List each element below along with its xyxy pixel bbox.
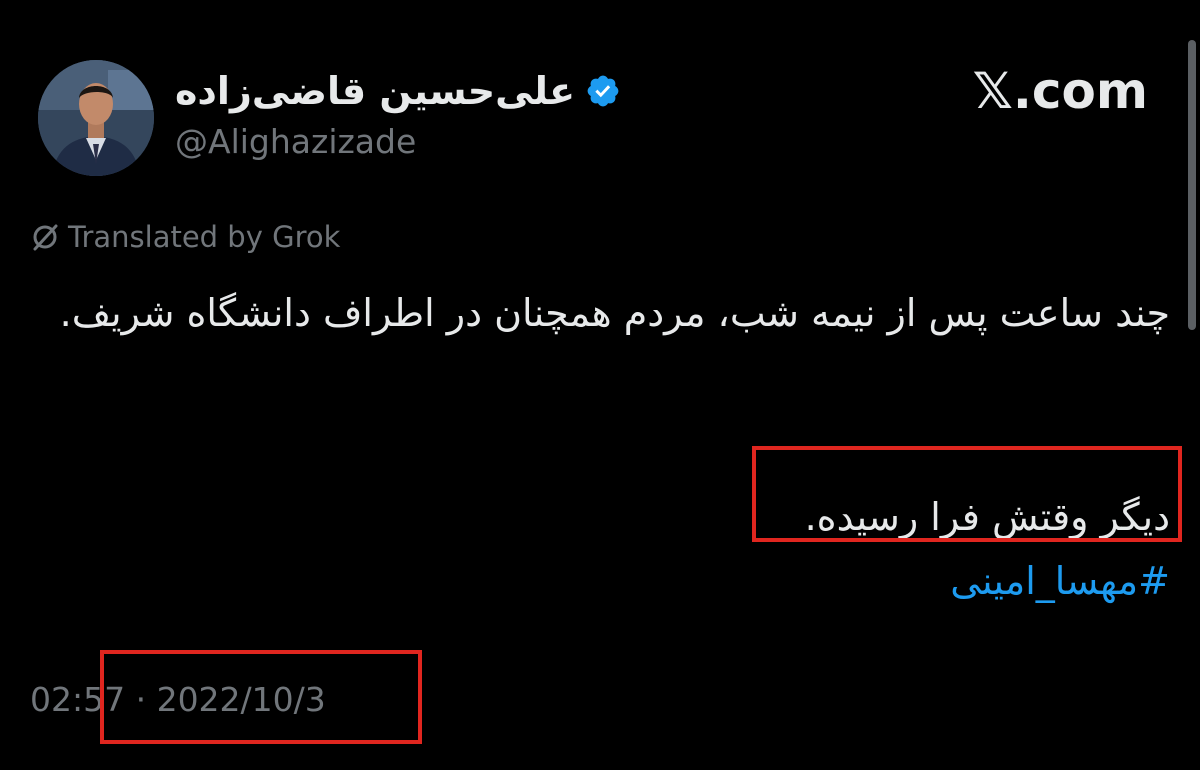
grok-translate-icon	[30, 222, 60, 252]
author-display-name[interactable]: علی‌حسین قاضی‌زاده	[175, 69, 575, 113]
tweet-timestamp[interactable]: 02:57 · 2022/10/3	[30, 680, 326, 719]
scrollbar[interactable]	[1188, 40, 1196, 330]
translated-by-grok[interactable]: Translated by Grok	[30, 220, 340, 254]
author-row: علی‌حسین قاضی‌زاده	[175, 66, 621, 116]
tweet-body: چند ساعت پس از نیمه شب، مردم همچنان در ا…	[30, 282, 1170, 344]
author-handle[interactable]: @Alighazizade	[175, 122, 416, 161]
site-label: 𝕏.com	[972, 62, 1148, 120]
tweet-text-line-2: دیگر وقتش فرا رسیده.	[804, 495, 1170, 539]
tweet-text-line-1: چند ساعت پس از نیمه شب، مردم همچنان در ا…	[59, 291, 1170, 335]
verified-badge-icon	[585, 73, 621, 109]
translated-label: Translated by Grok	[68, 220, 341, 254]
hashtag-link[interactable]: #مهسا_امینی	[950, 550, 1170, 612]
author-avatar[interactable]	[38, 60, 154, 176]
avatar-photo	[38, 60, 154, 176]
